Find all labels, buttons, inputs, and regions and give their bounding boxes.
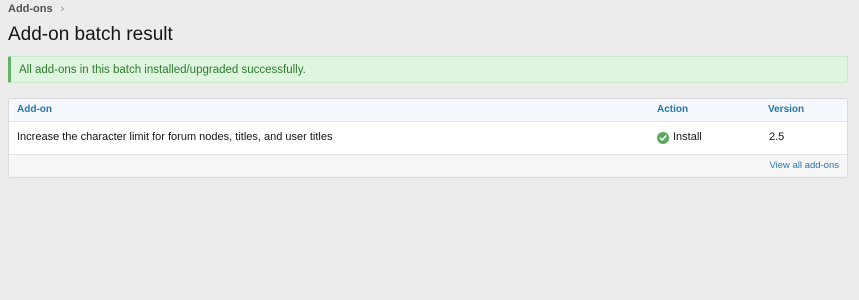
breadcrumb-link-add-ons[interactable]: Add-ons <box>8 3 53 15</box>
chevron-right-icon: › <box>60 3 65 15</box>
column-header-version: Version <box>768 104 805 115</box>
page-title: Add-on batch result <box>8 24 173 45</box>
table-header: Add-on Action Version <box>9 99 847 122</box>
check-circle-icon <box>657 131 669 144</box>
addon-results-table: Add-on Action Version Increase the chara… <box>8 98 848 178</box>
action-label: Install <box>673 131 702 143</box>
view-all-addons-link[interactable]: View all add-ons <box>769 155 839 177</box>
action-cell: Install <box>657 121 702 154</box>
table-footer: View all add-ons <box>9 155 847 177</box>
success-notice: All add-ons in this batch installed/upgr… <box>8 56 848 83</box>
column-header-action: Action <box>657 104 689 115</box>
table-row: Increase the character limit for forum n… <box>9 121 847 155</box>
column-header-addon: Add-on <box>17 104 52 115</box>
addon-title: Increase the character limit for forum n… <box>17 131 333 143</box>
success-notice-text: All add-ons in this batch installed/upgr… <box>19 63 306 76</box>
version-value: 2.5 <box>769 131 785 143</box>
breadcrumb: Add-ons › <box>8 2 64 16</box>
